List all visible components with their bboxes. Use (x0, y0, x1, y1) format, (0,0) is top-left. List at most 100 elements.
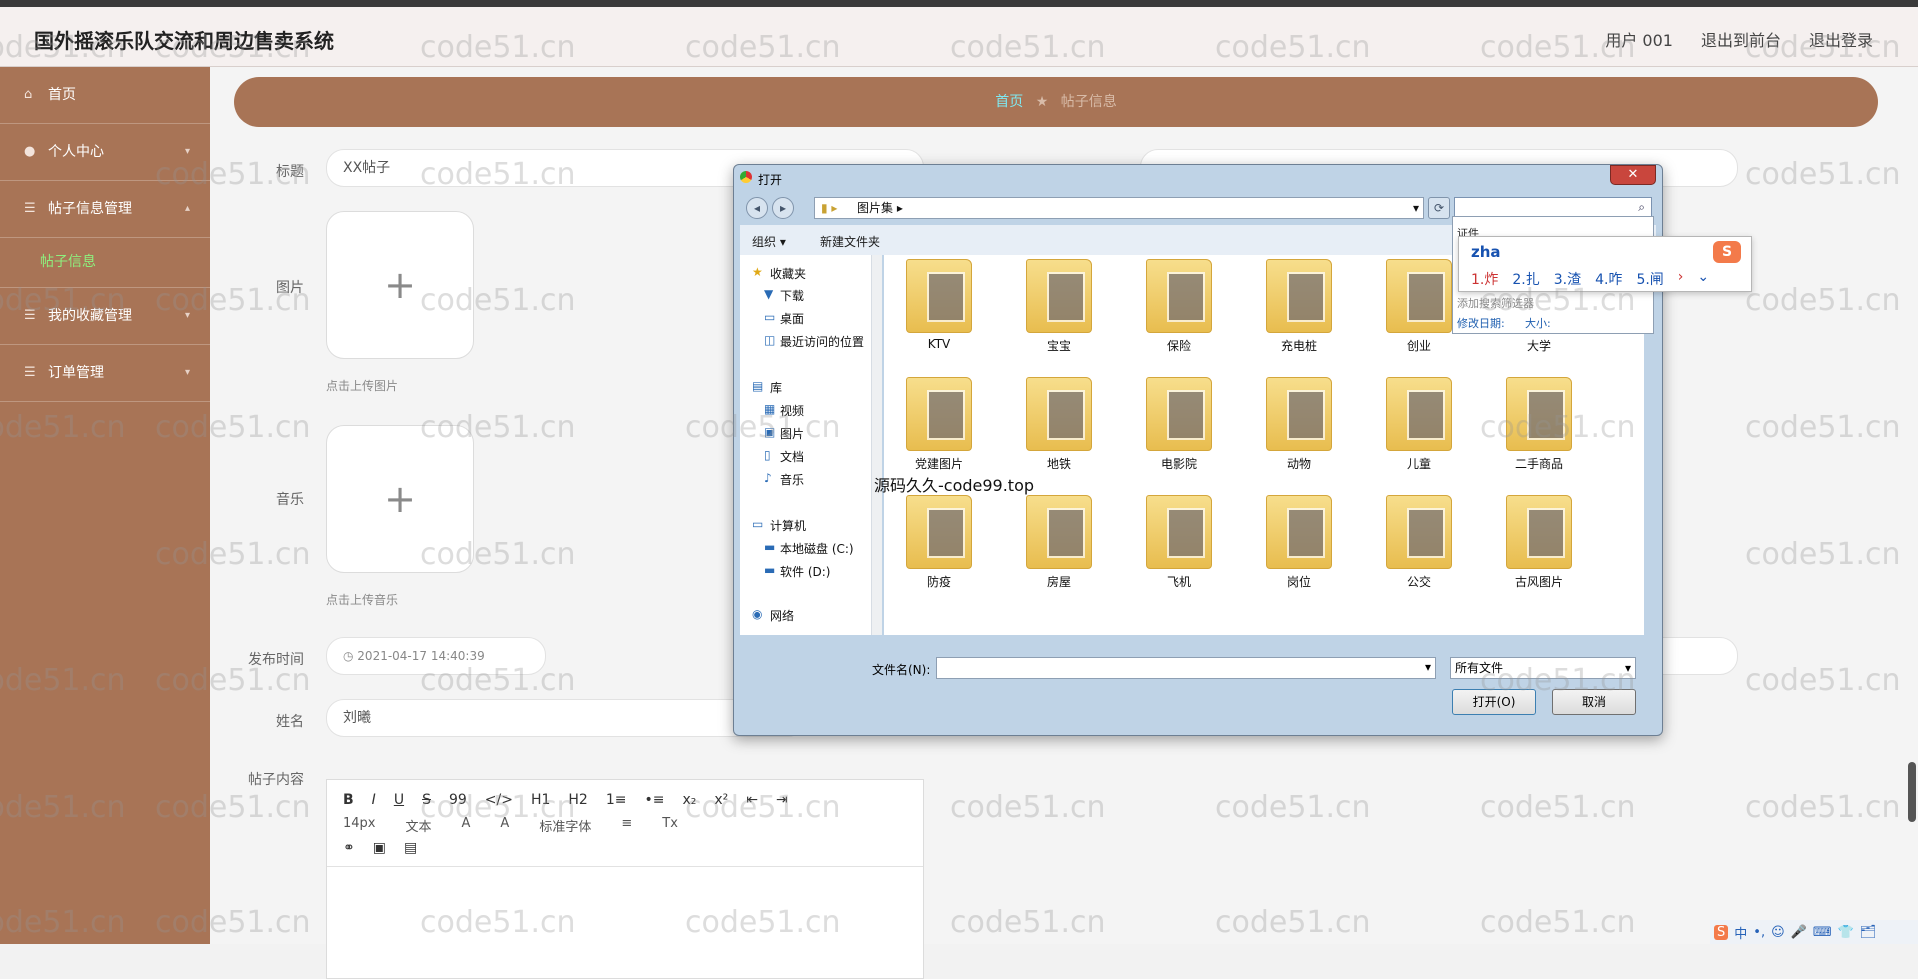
bold-icon[interactable]: B (343, 792, 354, 808)
folder-icon (1266, 377, 1332, 451)
sidebar-item-home[interactable]: ⌂ 首页 (0, 67, 210, 124)
watermark: code51.cn (1745, 663, 1901, 698)
new-folder-button[interactable]: 新建文件夹 (820, 233, 880, 250)
folder-icon (1266, 495, 1332, 569)
watermark: code51.cn (0, 663, 126, 698)
refresh-icon[interactable]: ⟳ (1428, 197, 1450, 219)
ime-candidate[interactable]: 5.闸 (1636, 269, 1663, 289)
watermark: code51.cn (950, 905, 1106, 940)
folder-name: KTV (927, 337, 951, 351)
list-icon: ☰ (24, 365, 36, 380)
address-bar[interactable]: ▮ ▸ 图片集 ▸ ▾ (814, 197, 1424, 219)
folder-icon (1146, 495, 1212, 569)
folder-icon (1506, 495, 1572, 569)
toolbox-icon[interactable]: 🗂 (1860, 925, 1877, 940)
emoji-icon[interactable]: ☺ (1771, 925, 1785, 940)
sogou-icon[interactable]: S (1714, 924, 1729, 940)
sidebar-subitem-post-info[interactable]: 帖子信息 (0, 238, 210, 288)
folder-item[interactable]: 电影院 (1134, 377, 1224, 472)
tree-library[interactable]: 库 (770, 379, 782, 396)
underline-icon[interactable]: U (394, 792, 404, 808)
folder-item[interactable]: 岗位 (1254, 495, 1344, 590)
organize-button[interactable]: 组织 ▾ (752, 233, 786, 250)
sidebar-item-label: 首页 (48, 87, 76, 103)
folder-item[interactable]: 房屋 (1014, 495, 1104, 590)
dialog-title: 打开 (758, 173, 783, 187)
tree-downloads[interactable]: 下载 (780, 287, 804, 304)
folder-item[interactable]: 宝宝 (1014, 259, 1104, 354)
chevron-down-icon: ▾ (184, 367, 190, 378)
chevron-down-icon[interactable]: ⌄ (1697, 269, 1709, 289)
breadcrumb-home[interactable]: 首页 (995, 94, 1023, 110)
tree-favorites[interactable]: 收藏夹 (770, 265, 806, 282)
chevron-down-icon[interactable]: ▾ (1425, 660, 1431, 674)
editor-divider (327, 866, 923, 867)
folder-item[interactable]: 古风图片 (1494, 495, 1584, 590)
folder-name: 古风图片 (1514, 575, 1563, 589)
folder-name: 党建图片 (914, 457, 963, 471)
microphone-icon[interactable]: 🎤 (1791, 925, 1807, 940)
music-icon: ♪ (764, 471, 772, 485)
watermark: code51.cn (1745, 537, 1901, 572)
name-label: 姓名 (276, 714, 304, 730)
folder-item[interactable]: 地铁 (1014, 377, 1104, 472)
folder-item[interactable]: 创业 (1374, 259, 1464, 354)
watermark: code51.cn (420, 410, 576, 445)
ordered-list-icon[interactable]: 1≡ (606, 792, 627, 808)
skin-icon[interactable]: 👕 (1838, 925, 1854, 940)
tree-music[interactable]: 音乐 (780, 471, 804, 488)
close-button[interactable]: ✕ (1610, 165, 1656, 185)
watermark: code51.cn (1215, 790, 1371, 825)
bullet-list-icon[interactable]: •≡ (644, 792, 664, 808)
folder-name: 飞机 (1166, 575, 1191, 589)
image-icon[interactable]: ▣ (373, 840, 386, 856)
folder-icon (906, 259, 972, 333)
folder-name: 儿童 (1406, 457, 1431, 471)
link-icon[interactable]: ⚭ (343, 840, 355, 856)
folder-name: 充电桩 (1280, 339, 1317, 353)
breadcrumb: 首页 ★ 帖子信息 (234, 77, 1878, 127)
folder-icon (1146, 259, 1212, 333)
watermark: code51.cn (1480, 663, 1636, 698)
folder-item[interactable]: 党建图片 (894, 377, 984, 472)
video-icon[interactable]: ▤ (404, 840, 417, 856)
watermark: code51.cn (685, 410, 841, 445)
italic-icon[interactable]: I (372, 792, 376, 808)
tree-scrollbar[interactable] (872, 255, 882, 635)
folder-name: 防疫 (926, 575, 951, 589)
align-icon[interactable]: ≡ (621, 816, 632, 835)
folder-item[interactable]: KTV (894, 259, 984, 351)
chevron-right-icon[interactable]: › (1678, 269, 1684, 289)
folder-item[interactable]: 公交 (1374, 495, 1464, 590)
clear-format-icon[interactable]: Tx (662, 816, 678, 835)
tree-network[interactable]: 网络 (770, 607, 794, 624)
folder-item[interactable]: 保险 (1134, 259, 1224, 354)
keyboard-icon[interactable]: ⌨ (1813, 925, 1832, 940)
folder-item[interactable]: 防疫 (894, 495, 984, 590)
tree-computer[interactable]: 计算机 (770, 517, 806, 534)
folder-item[interactable]: 儿童 (1374, 377, 1464, 472)
punctuation-icon[interactable]: •, (1753, 925, 1765, 940)
tree-documents[interactable]: 文档 (780, 448, 804, 465)
watermark: code51.cn (420, 790, 576, 825)
tree-disk-c[interactable]: 本地磁盘 (C:) (780, 540, 854, 557)
folder-item[interactable]: 充电桩 (1254, 259, 1344, 354)
folder-name: 岗位 (1286, 575, 1311, 589)
star-icon: ★ (752, 265, 763, 279)
tree-recent[interactable]: 最近访问的位置 (780, 333, 864, 350)
folder-item[interactable]: 动物 (1254, 377, 1344, 472)
filename-input[interactable]: ▾ (936, 657, 1436, 679)
sidebar-item-orders[interactable]: ☰ 订单管理 ▾ (0, 345, 210, 402)
chevron-down-icon[interactable]: ▾ (1413, 198, 1419, 218)
folder-item[interactable]: 飞机 (1134, 495, 1224, 590)
tree-desktop[interactable]: 桌面 (780, 310, 804, 327)
tree-disk-d[interactable]: 软件 (D:) (780, 563, 830, 580)
watermark: code51.cn (155, 283, 311, 318)
music-label: 音乐 (276, 492, 304, 508)
forward-icon[interactable]: ▸ (772, 197, 794, 219)
folder-name: 宝宝 (1046, 339, 1071, 353)
font-size-select[interactable]: 14px (343, 816, 376, 835)
chinese-mode-icon[interactable]: 中 (1734, 923, 1747, 942)
back-icon[interactable]: ◂ (746, 197, 768, 219)
page-scrollbar[interactable] (1908, 762, 1916, 822)
